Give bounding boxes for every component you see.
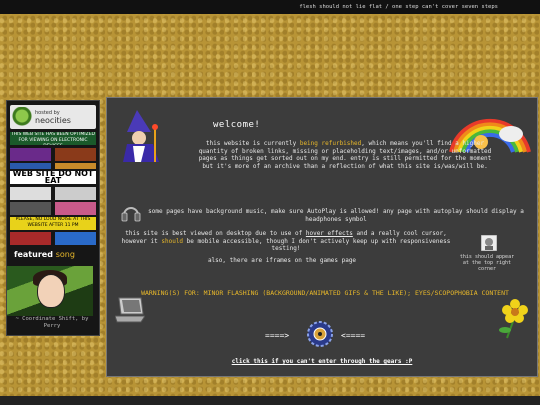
bottom-bar [0, 396, 540, 405]
headphones-icon [121, 207, 141, 222]
badge-purple [10, 148, 51, 161]
firefox-badge [10, 232, 51, 245]
laptop-icon [115, 297, 145, 323]
corner-note: this should appear at the top right corn… [459, 254, 515, 272]
featured-song-heading: featured song [14, 250, 75, 259]
badge-red [55, 148, 96, 161]
tagline: flesh should not lie flat / one step can… [299, 4, 498, 10]
arrow-left: ====> [265, 331, 290, 340]
eyes-badge [10, 187, 51, 200]
neocities-cat-icon [12, 107, 32, 127]
song-caption: ~ Coordinate Shift, by Perry [15, 316, 89, 329]
desktop-notice: this site is best viewed on desktop due … [121, 230, 451, 252]
welcome-heading: welcome! [213, 120, 261, 130]
do-not-eat-badge: WEB SITE DO NOT EAT [10, 171, 96, 184]
main-panel: welcome! this website is currently being… [106, 97, 538, 377]
flower-icon [499, 299, 528, 339]
badge-grey [55, 187, 96, 200]
gears-enter-button[interactable] [303, 320, 337, 348]
badge-dark [10, 202, 51, 215]
autoplay-notice: some pages have background music, make s… [148, 208, 524, 223]
corner-icon [481, 235, 497, 251]
badge-blue [10, 163, 51, 169]
badge-pink [55, 202, 96, 215]
arrow-right: <==== [341, 331, 366, 340]
refurbished-notice: this website is currently being refurbis… [198, 140, 492, 170]
neocities-badge[interactable]: hosted by neocities [10, 105, 96, 129]
gears-entry: ====> <==== [217, 320, 417, 350]
song-art[interactable] [7, 266, 93, 316]
badge-orange [55, 163, 96, 169]
no-loud-noise-badge: PLEASE, NO LOUD NOISE AT THIS WEBSITE AF… [10, 217, 96, 230]
neocities-label: hosted by neocities [35, 110, 71, 125]
optimized-badge: THIS WEB SITE HAS BEEN OPTIMIZED FOR VIE… [10, 132, 96, 145]
iframes-notice: also, there are iframes on the games pag… [207, 257, 357, 264]
top-bar: flesh should not lie flat / one step can… [0, 0, 540, 14]
hover-effects-link[interactable]: hover effects [306, 230, 353, 237]
enter-text-link[interactable]: click this if you can't enter through th… [177, 358, 467, 365]
badge-blue-2 [55, 232, 96, 245]
wizard-icon [123, 110, 159, 162]
content-warning: WARNING(S) FOR: MINOR FLASHING (BACKGROU… [141, 289, 509, 297]
